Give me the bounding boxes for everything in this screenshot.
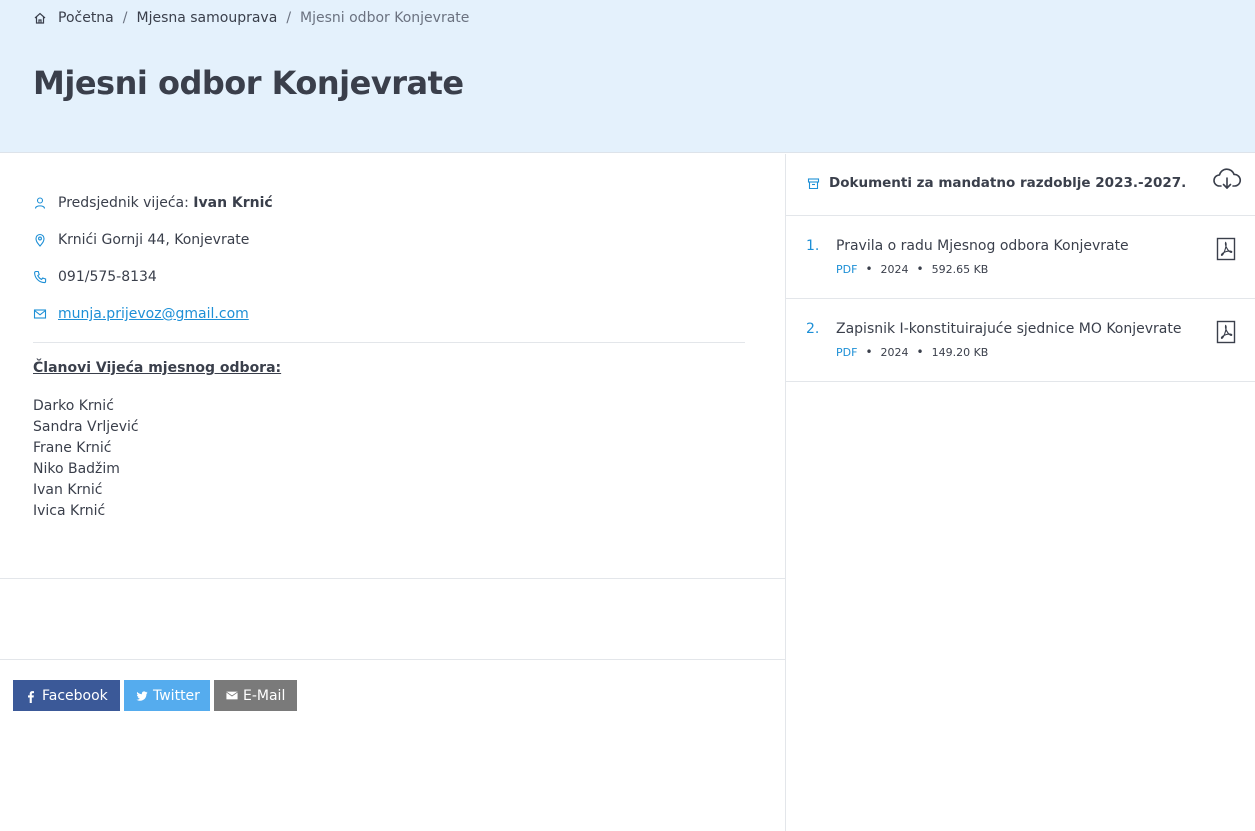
user-icon bbox=[33, 196, 47, 210]
member-item: Frane Krnić bbox=[33, 440, 112, 456]
member-item: Sandra Vrljević bbox=[33, 419, 139, 435]
divider bbox=[0, 659, 785, 660]
breadcrumb-separator: / bbox=[122, 10, 128, 26]
breadcrumb-separator: / bbox=[286, 10, 292, 26]
phone-icon bbox=[33, 270, 47, 284]
phone-text: 091/575-8134 bbox=[58, 269, 157, 285]
breadcrumb-current: Mjesni odbor Konjevrate bbox=[300, 10, 470, 26]
document-meta: PDF • 2024 • 592.65 KB bbox=[836, 262, 988, 276]
document-year: 2024 bbox=[880, 262, 909, 276]
documents-header: Dokumenti za mandatno razdoblje 2023.-20… bbox=[786, 154, 1255, 216]
member-item: Darko Krnić bbox=[33, 398, 114, 414]
mail-icon bbox=[33, 307, 47, 321]
documents-title: Dokumenti za mandatno razdoblje 2023.-20… bbox=[829, 175, 1187, 191]
share-facebook-label: Facebook bbox=[42, 687, 108, 704]
page-header: Početna / Mjesna samouprava / Mjesni odb… bbox=[0, 0, 1255, 153]
meta-separator: • bbox=[865, 345, 873, 359]
document-item[interactable]: 1. Pravila o radu Mjesnog odbora Konjevr… bbox=[786, 216, 1255, 299]
document-item[interactable]: 2. Zapisnik I-konstituirajuće sjednice M… bbox=[786, 299, 1255, 382]
document-title-link[interactable]: Pravila o radu Mjesnog odbora Konjevrate bbox=[836, 238, 1129, 254]
document-number: 2. bbox=[806, 321, 820, 337]
member-item: Ivan Krnić bbox=[33, 482, 103, 498]
president-label: Predsjednik vijeća: bbox=[58, 195, 189, 211]
document-size: 149.20 KB bbox=[931, 345, 989, 359]
members-list: Darko Krnić Sandra Vrljević Frane Krnić … bbox=[33, 396, 139, 522]
home-icon[interactable] bbox=[33, 11, 47, 25]
address-row: Krnići Gornji 44, Konjevrate bbox=[33, 232, 249, 248]
divider bbox=[0, 578, 785, 579]
email-row: munja.prijevoz@gmail.com bbox=[33, 306, 249, 322]
breadcrumb-section-link[interactable]: Mjesna samouprava bbox=[136, 10, 277, 26]
share-email-button[interactable]: E-Mail bbox=[214, 680, 297, 711]
documents-sidebar: Dokumenti za mandatno razdoblje 2023.-20… bbox=[785, 154, 1255, 831]
map-pin-icon bbox=[33, 233, 47, 247]
breadcrumb: Početna / Mjesna samouprava / Mjesni odb… bbox=[33, 10, 469, 26]
document-type: PDF bbox=[836, 262, 858, 276]
share-twitter-button[interactable]: Twitter bbox=[124, 680, 210, 711]
phone-row: 091/575-8134 bbox=[33, 269, 157, 285]
email-link[interactable]: munja.prijevoz@gmail.com bbox=[58, 306, 249, 322]
archive-box-icon bbox=[807, 177, 820, 190]
member-item: Ivica Krnić bbox=[33, 503, 106, 519]
address-text: Krnići Gornji 44, Konjevrate bbox=[58, 232, 250, 248]
document-number: 1. bbox=[806, 238, 820, 254]
president-row: Predsjednik vijeća: Ivan Krnić bbox=[33, 195, 273, 211]
document-type: PDF bbox=[836, 345, 858, 359]
document-meta: PDF • 2024 • 149.20 KB bbox=[836, 345, 988, 359]
pdf-file-icon[interactable] bbox=[1216, 320, 1236, 344]
document-size: 592.65 KB bbox=[931, 262, 989, 276]
document-year: 2024 bbox=[880, 345, 909, 359]
share-twitter-label: Twitter bbox=[153, 687, 200, 704]
meta-separator: • bbox=[916, 345, 924, 359]
meta-separator: • bbox=[916, 262, 924, 276]
page-title: Mjesni odbor Konjevrate bbox=[33, 64, 464, 102]
twitter-icon bbox=[136, 690, 148, 702]
pdf-file-icon[interactable] bbox=[1216, 237, 1236, 261]
share-email-label: E-Mail bbox=[243, 687, 286, 704]
document-title-link[interactable]: Zapisnik I-konstituirajuće sjednice MO K… bbox=[836, 321, 1181, 337]
meta-separator: • bbox=[865, 262, 873, 276]
member-item: Niko Badžim bbox=[33, 461, 120, 477]
breadcrumb-home-link[interactable]: Početna bbox=[58, 10, 114, 26]
main-content: Predsjednik vijeća: Ivan Krnić Krnići Go… bbox=[0, 154, 785, 831]
facebook-icon bbox=[25, 690, 37, 703]
members-title: Članovi Vijeća mjesnog odbora: bbox=[33, 360, 282, 376]
divider bbox=[33, 342, 745, 343]
cloud-download-icon[interactable] bbox=[1212, 168, 1242, 192]
share-facebook-button[interactable]: Facebook bbox=[13, 680, 120, 711]
president-name: Ivan Krnić bbox=[193, 195, 273, 211]
envelope-icon bbox=[226, 690, 238, 702]
